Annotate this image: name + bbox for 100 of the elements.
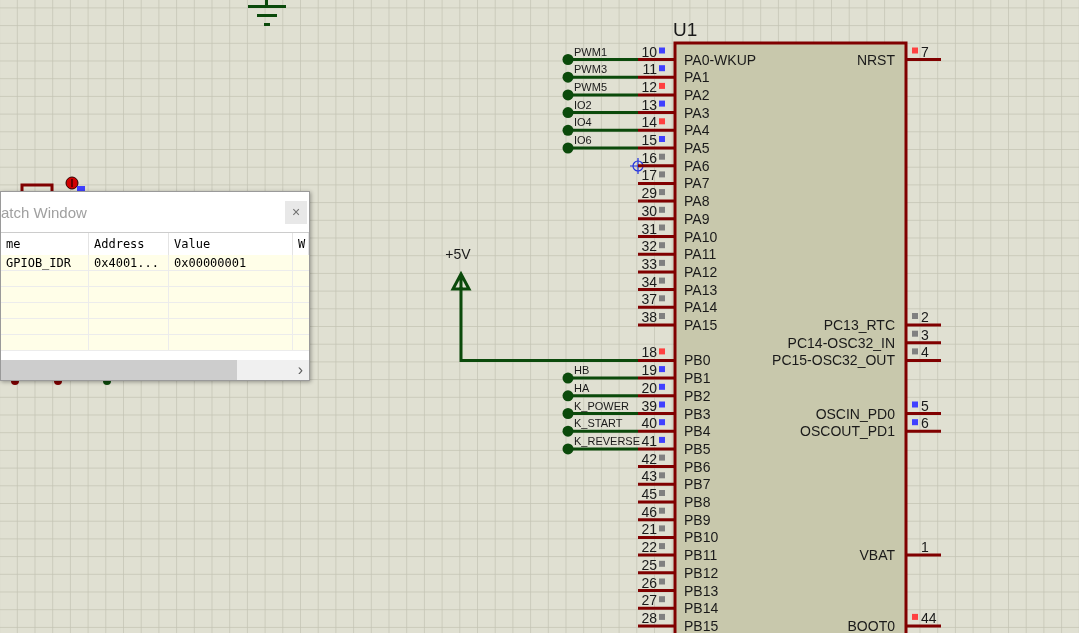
net-label: PWM5 — [574, 80, 607, 93]
pin-line — [638, 553, 676, 557]
pin-label: PA13 — [684, 281, 718, 298]
pin-label: PB13 — [684, 582, 719, 599]
pin-number: 12 — [641, 78, 657, 95]
pin-line — [905, 553, 941, 557]
pin-line — [638, 181, 676, 185]
pin-label: OSCIN_PD0 — [815, 405, 895, 422]
pin-number: 14 — [641, 114, 657, 131]
pin-number: 21 — [641, 521, 657, 538]
net-label: HB — [574, 364, 590, 377]
column-header[interactable]: me — [1, 233, 89, 255]
pin-label: PB7 — [684, 476, 711, 493]
pin-number: 43 — [641, 468, 657, 485]
pin-label: PB3 — [684, 405, 711, 422]
pin-number: 19 — [641, 362, 657, 379]
pin-label: PA3 — [684, 104, 710, 121]
pin-line — [638, 164, 676, 168]
pin-label: PC15-OSC32_OUT — [772, 352, 895, 369]
table-cell: 0x00000001 — [169, 255, 293, 271]
pin-label: VBAT — [859, 547, 895, 564]
pin-label: PA10 — [684, 228, 718, 245]
pin-line — [638, 571, 676, 575]
pin-number: 32 — [641, 238, 657, 255]
pin-label: PB9 — [684, 511, 711, 528]
pin-label: NRST — [856, 51, 895, 68]
pin-number: 25 — [641, 556, 657, 573]
pin-line — [638, 128, 676, 132]
pin-number: 3 — [921, 326, 929, 343]
pin-number: 1 — [921, 539, 929, 556]
net-label: PWM1 — [574, 45, 607, 58]
net-label: PWM3 — [574, 63, 607, 76]
pin-line — [638, 358, 676, 362]
net-label: K_REVERSE — [574, 434, 641, 447]
pin-label: PA8 — [684, 193, 710, 210]
pin-label: BOOT0 — [847, 617, 895, 633]
pin-label: PB1 — [684, 370, 711, 387]
pin-line — [638, 75, 676, 79]
pin-line — [905, 429, 941, 433]
pin-line — [638, 376, 676, 380]
pin-number: 6 — [921, 415, 929, 432]
pin-label: PA0-WKUP — [684, 51, 757, 68]
pin-number: 20 — [641, 379, 657, 396]
net-label: IO4 — [574, 116, 592, 129]
pin-line — [638, 146, 676, 150]
close-button[interactable]: × — [285, 200, 307, 224]
pin-number: 33 — [641, 255, 657, 272]
pin-number: 11 — [642, 61, 657, 78]
pin-number: 10 — [641, 43, 657, 60]
pin-line — [638, 93, 676, 97]
net-label: HA — [574, 381, 590, 394]
ground-icon — [248, 0, 286, 26]
pin-line — [638, 447, 676, 451]
pin-number: 44 — [921, 609, 937, 626]
pin-line — [638, 606, 676, 610]
pin-label: PA15 — [684, 317, 718, 333]
pin-line — [638, 412, 676, 415]
pin-number: 41 — [641, 432, 657, 449]
pin-line — [905, 323, 941, 327]
pin-label: PA5 — [684, 140, 710, 156]
table-cell — [293, 319, 309, 335]
pin-label: PB8 — [684, 494, 711, 510]
pin-line — [638, 518, 676, 522]
pin-label: PA4 — [684, 122, 710, 139]
pin-state-marker — [77, 186, 85, 191]
power-label: +5V — [445, 246, 471, 262]
pin-label: PA2 — [684, 86, 710, 103]
pin-number: 40 — [641, 415, 657, 432]
pin-line — [638, 111, 676, 115]
chip-reference: U1 — [673, 19, 698, 40]
pin-number: 13 — [641, 96, 657, 113]
pin-label: PC13_RTC — [823, 317, 895, 333]
pin-line — [638, 270, 676, 274]
pin-label: OSCOUT_PD1 — [800, 423, 895, 440]
pin-label: PA9 — [684, 210, 710, 227]
pin-line — [638, 500, 676, 504]
pin-label: PA11 — [684, 246, 717, 263]
net-label: K_START — [574, 417, 623, 430]
pin-label: PA1 — [684, 69, 710, 86]
table-cell — [293, 271, 309, 287]
pin-line — [905, 58, 941, 61]
pin-line — [638, 288, 676, 292]
pin-line — [905, 341, 941, 345]
pin-line — [638, 235, 676, 238]
pin-label: PB5 — [684, 440, 711, 457]
pin-line — [638, 305, 676, 309]
net-label: IO2 — [574, 98, 592, 111]
pin-number: 39 — [641, 397, 657, 414]
window-title: atch Window — [1, 203, 87, 221]
scrollbar-thumb[interactable] — [1, 360, 237, 380]
table-cell — [293, 255, 309, 271]
scroll-right-button[interactable]: › — [297, 362, 303, 378]
pin-label: PB6 — [684, 458, 711, 475]
pin-line — [638, 465, 676, 469]
probe-icon — [65, 176, 79, 190]
pin-label: PB15 — [684, 617, 719, 633]
pin-number: 27 — [641, 592, 657, 609]
pin-number: 16 — [641, 149, 657, 166]
pin-number: 7 — [921, 43, 929, 60]
pin-line — [638, 589, 676, 592]
